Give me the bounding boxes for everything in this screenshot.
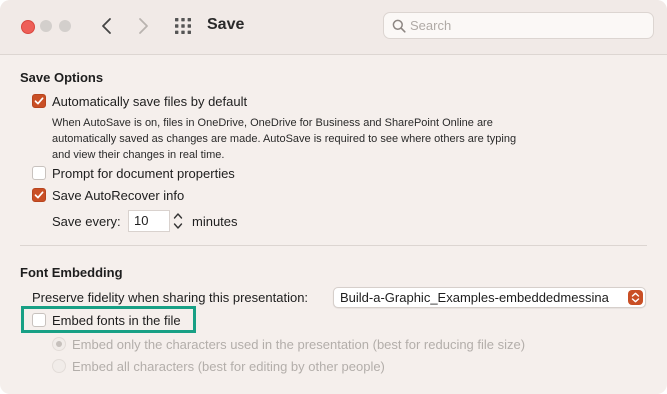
autorecover-checkbox[interactable]: [32, 188, 46, 202]
back-button[interactable]: [94, 13, 120, 39]
search-icon: [392, 19, 406, 33]
minutes-label: minutes: [192, 214, 238, 229]
embed-all-radio[interactable]: [52, 359, 66, 373]
autorecover-label: Save AutoRecover info: [52, 188, 185, 203]
chevron-left-icon: [102, 18, 111, 34]
prompt-properties-label: Prompt for document properties: [52, 166, 235, 181]
search-input[interactable]: [410, 16, 646, 35]
zoom-window-button[interactable]: [59, 20, 71, 32]
presentation-select-value: Build-a-Graphic_Examples-embeddedmessina: [340, 290, 609, 305]
embed-only-used-radio[interactable]: [52, 337, 66, 351]
forward-button[interactable]: [130, 13, 156, 39]
minimize-window-button[interactable]: [40, 20, 52, 32]
stepper-arrows-icon[interactable]: [172, 210, 184, 232]
preferences-window: Save Save Options Automatically save fil…: [0, 0, 667, 394]
save-options-heading: Save Options: [20, 70, 104, 85]
window-title: Save: [207, 16, 245, 33]
presentation-select[interactable]: Build-a-Graphic_Examples-embeddedmessina: [333, 287, 646, 308]
embed-only-used-label: Embed only the characters used in the pr…: [72, 337, 526, 352]
autosave-label: Automatically save files by default: [52, 94, 248, 109]
close-window-button[interactable]: [21, 20, 35, 34]
checkmark-icon: [34, 191, 44, 199]
chevron-right-icon: [139, 18, 148, 34]
show-all-button[interactable]: [170, 13, 196, 39]
autosave-checkbox[interactable]: [32, 94, 46, 108]
preserve-fidelity-label: Preserve fidelity when sharing this pres…: [32, 290, 309, 305]
grid-icon: [175, 18, 191, 34]
checkmark-icon: [34, 97, 44, 105]
save-every-input[interactable]: 10: [128, 210, 170, 232]
embed-all-label: Embed all characters (best for editing b…: [72, 359, 385, 374]
radio-dot: [56, 341, 62, 347]
autosave-description: When AutoSave is on, files in OneDrive, …: [52, 117, 517, 161]
popup-arrows-icon: [628, 290, 643, 305]
section-divider: [20, 245, 647, 246]
search-field[interactable]: [383, 12, 654, 39]
prompt-properties-checkbox[interactable]: [32, 166, 46, 180]
embed-fonts-label: Embed fonts in the file: [52, 313, 181, 328]
title-bar: Save: [0, 0, 667, 55]
save-every-label: Save every:: [52, 214, 121, 229]
font-embedding-heading: Font Embedding: [20, 265, 123, 280]
embed-fonts-checkbox[interactable]: [32, 313, 46, 327]
